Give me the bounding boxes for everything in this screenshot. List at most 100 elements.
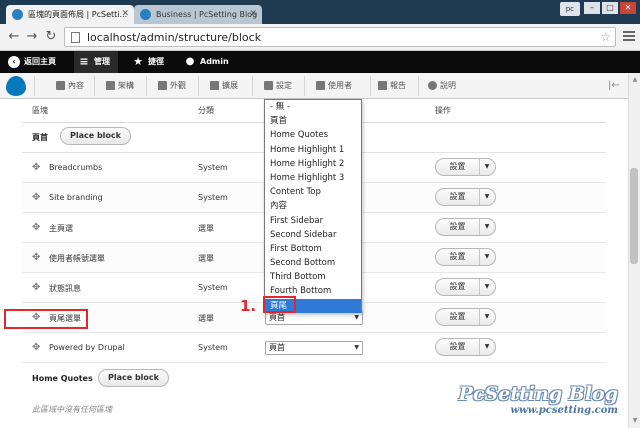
chevron-down-icon[interactable]: ▼ <box>479 219 495 235</box>
block-name: 狀態訊息 <box>49 284 81 293</box>
configure-button[interactable]: 設置 <box>436 309 480 325</box>
dropdown-option[interactable]: First Bottom <box>265 242 361 256</box>
page-scrollbar[interactable]: ▲ ▼ <box>628 73 640 428</box>
toolbar-shortcuts[interactable]: ★ 捷徑 <box>128 51 164 73</box>
block-name: Breadcrumbs <box>49 163 103 172</box>
tray-item-people[interactable]: 使用者 <box>314 73 352 99</box>
toolbar-label: 管理 <box>94 57 110 66</box>
drag-handle-icon[interactable]: ✥ <box>32 163 40 173</box>
chevron-down-icon[interactable]: ▼ <box>479 309 495 325</box>
drag-handle-icon[interactable]: ✥ <box>32 283 40 293</box>
dropdown-option[interactable]: Home Highlight 3 <box>265 171 361 185</box>
tray-label: 外觀 <box>170 81 186 90</box>
tray-item-help[interactable]: 說明 <box>426 73 456 99</box>
dropdown-option[interactable]: Home Highlight 2 <box>265 157 361 171</box>
drag-handle-icon[interactable]: ✥ <box>32 193 40 203</box>
user-icon: ● <box>185 56 195 67</box>
tab-close-icon[interactable]: ✕ <box>121 5 129 24</box>
tray-item-config[interactable]: 設定 <box>262 73 292 99</box>
minimize-button[interactable]: – <box>584 2 600 14</box>
profile-badge[interactable]: pc <box>559 2 580 16</box>
dropdown-option[interactable]: First Sidebar <box>265 214 361 228</box>
tab-close-icon[interactable]: ✕ <box>249 5 257 24</box>
drupal-favicon-icon <box>140 9 151 20</box>
dropdown-option[interactable]: Home Quotes <box>265 128 361 142</box>
operations-dropbutton: 設置 ▼ <box>435 218 496 236</box>
dropdown-option[interactable]: - 無 - <box>265 100 361 114</box>
chevron-down-icon[interactable]: ▼ <box>479 159 495 175</box>
tray-divider <box>146 76 147 96</box>
tray-divider <box>198 76 199 96</box>
drupal-logo-icon[interactable] <box>6 76 26 96</box>
toolbar-label: 捷徑 <box>148 57 164 66</box>
tray-orientation-toggle-icon[interactable]: |← <box>608 80 620 92</box>
maximize-button[interactable]: □ <box>602 2 618 14</box>
dropdown-option[interactable]: 內容 <box>265 199 361 213</box>
tray-label: 內容 <box>68 81 84 90</box>
drag-handle-icon[interactable]: ✥ <box>32 223 40 233</box>
block-category: System <box>198 193 228 202</box>
browser-tab-inactive[interactable]: Business | PcSetting Blog ✕ <box>134 5 262 24</box>
region-select-value: 頁首 <box>269 343 285 352</box>
drag-handle-icon[interactable]: ✥ <box>32 343 40 353</box>
configure-button[interactable]: 設置 <box>436 219 480 235</box>
bookmark-star-icon[interactable]: ☆ <box>600 28 611 47</box>
region-select[interactable]: 頁首 ▼ <box>265 341 363 355</box>
tray-item-structure[interactable]: 架構 <box>104 73 134 99</box>
back-arrow-icon[interactable]: ← <box>6 29 22 45</box>
watermark: PcSetting Blog www.pcsetting.com <box>459 384 618 418</box>
tab-title: 區塊的頁面佈局 | PcSetti... <box>28 10 128 19</box>
tray-item-content[interactable]: 內容 <box>54 73 84 99</box>
browser-tab-active[interactable]: 區塊的頁面佈局 | PcSetti... ✕ <box>6 5 134 24</box>
configure-button[interactable]: 設置 <box>436 339 480 355</box>
dropdown-option[interactable]: Third Bottom <box>265 270 361 284</box>
tray-item-appearance[interactable]: 外觀 <box>156 73 186 99</box>
dropdown-option[interactable]: Second Sidebar <box>265 228 361 242</box>
tab-title: Business | PcSetting Blog <box>156 10 258 19</box>
forward-arrow-icon[interactable]: → <box>24 29 40 45</box>
chevron-down-icon[interactable]: ▼ <box>479 249 495 265</box>
tray-label: 擴展 <box>222 81 238 90</box>
chevron-down-icon[interactable]: ▼ <box>479 189 495 205</box>
help-icon <box>428 81 437 90</box>
place-block-button[interactable]: Place block <box>98 369 169 387</box>
watermark-title: PcSetting Blog <box>458 383 618 405</box>
operations-dropbutton: 設置 ▼ <box>435 248 496 266</box>
place-block-button[interactable]: Place block <box>60 127 131 145</box>
toolbar-manage[interactable]: ≡ 管理 <box>74 51 118 73</box>
region-dropdown-list[interactable]: - 無 - 頁首 Home Quotes Home Highlight 1 Ho… <box>264 99 362 313</box>
configure-button[interactable]: 設置 <box>436 249 480 265</box>
chevron-down-icon[interactable]: ▼ <box>479 339 495 355</box>
block-category: System <box>198 283 228 292</box>
dropdown-option[interactable]: Home Highlight 1 <box>265 143 361 157</box>
dropdown-option[interactable]: 頁首 <box>265 114 361 128</box>
region-select[interactable]: 頁首 ▼ <box>265 311 363 325</box>
scroll-down-arrow-icon[interactable]: ▼ <box>631 416 639 426</box>
configure-button[interactable]: 設置 <box>436 189 480 205</box>
scroll-thumb[interactable] <box>630 168 638 264</box>
block-category: System <box>198 343 228 352</box>
configure-button[interactable]: 設置 <box>436 159 480 175</box>
close-window-button[interactable]: ✕ <box>620 2 636 14</box>
toolbar-back-to-site[interactable]: ‹ 返回主頁 <box>4 51 56 73</box>
browser-tab-bar: 區塊的頁面佈局 | PcSetti... ✕ Business | PcSett… <box>0 0 640 24</box>
toolbar-label: Admin <box>200 57 229 66</box>
hamburger-menu-icon[interactable] <box>623 31 635 43</box>
structure-icon <box>106 81 115 90</box>
tray-item-extend[interactable]: 擴展 <box>208 73 238 99</box>
operations-dropbutton: 設置 ▼ <box>435 188 496 206</box>
reload-icon[interactable]: ↻ <box>43 29 59 45</box>
chevron-down-icon[interactable]: ▼ <box>479 279 495 295</box>
dropdown-option[interactable]: Content Top <box>265 185 361 199</box>
block-category: 選單 <box>198 314 214 323</box>
tray-item-reports[interactable]: 報告 <box>376 73 406 99</box>
toolbar-user[interactable]: ● Admin <box>180 51 229 73</box>
page-icon <box>71 32 80 43</box>
content-icon <box>56 81 65 90</box>
drag-handle-icon[interactable]: ✥ <box>32 253 40 263</box>
configure-button[interactable]: 設置 <box>436 279 480 295</box>
url-input[interactable]: localhost/admin/structure/block ☆ <box>64 27 616 47</box>
scroll-up-arrow-icon[interactable]: ▲ <box>631 75 639 85</box>
block-category: 選單 <box>198 224 214 233</box>
dropdown-option[interactable]: Second Bottom <box>265 256 361 270</box>
